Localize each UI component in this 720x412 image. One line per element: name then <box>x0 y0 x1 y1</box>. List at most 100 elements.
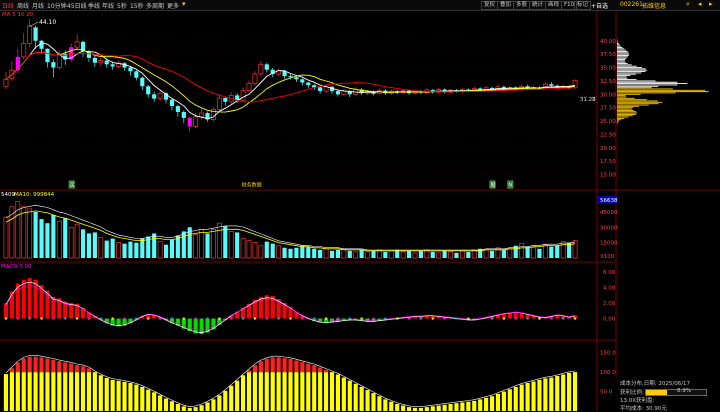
volume-bar <box>537 248 542 258</box>
bottom-bar <box>140 386 145 411</box>
marker-label: 买 <box>70 182 75 189</box>
marker-label: 股 <box>491 183 496 189</box>
bottom-bar <box>312 372 317 411</box>
volume-bar <box>122 243 127 258</box>
bottom-bar-top <box>39 357 44 373</box>
macd-dot <box>242 317 245 320</box>
bottom-tick-label: 100.0 <box>600 370 616 376</box>
ma-legend: MA 5 10 20 <box>2 12 34 18</box>
macd-bar <box>211 318 216 330</box>
macd-dot <box>182 317 185 320</box>
volume-bar <box>359 249 364 258</box>
volume-bar <box>466 251 471 258</box>
volume-bar <box>448 251 453 259</box>
bottom-bar <box>217 395 222 411</box>
volume-bar <box>56 220 62 259</box>
macd-dot <box>574 317 577 320</box>
bottom-bar <box>205 402 210 411</box>
volume-bar <box>80 229 86 258</box>
volume-label: 5409 <box>1 192 15 198</box>
volume-bar <box>335 249 340 258</box>
volume-bar <box>347 250 352 258</box>
volume-bar <box>235 232 240 258</box>
candle-body <box>341 90 347 95</box>
bottom-bar <box>495 393 501 411</box>
macd-dot <box>16 317 19 320</box>
candle-body <box>21 43 27 58</box>
candle-body <box>252 73 258 84</box>
bottom-bar <box>223 390 228 411</box>
bottom-bar <box>294 372 299 411</box>
volume-bar <box>110 238 115 258</box>
chip-title: 成本分布,日期: 2025/06/17 <box>620 381 691 387</box>
marker-label: 财务数据 <box>242 182 262 189</box>
volume-bar <box>329 250 335 258</box>
y-tick-label: 17.50 <box>600 159 616 165</box>
profit-ratio-bar <box>645 389 707 396</box>
macd-dot <box>360 317 363 320</box>
candle-body <box>549 84 554 86</box>
bottom-bar <box>561 374 566 411</box>
bottom-bar <box>152 392 157 411</box>
bottom-tick-label: 50.0 <box>600 390 613 396</box>
macd-dot <box>111 317 114 320</box>
candle-body <box>306 82 311 86</box>
macd-dot <box>443 317 446 320</box>
volume-bar <box>68 226 74 259</box>
candle-body <box>74 41 80 48</box>
macd-dot <box>431 317 434 320</box>
volume-bar <box>228 231 234 259</box>
bottom-bar <box>436 405 441 411</box>
bottom-bar-top <box>306 363 311 373</box>
bottom-bar <box>146 389 151 411</box>
macd-dot <box>170 317 173 320</box>
bottom-bar <box>525 383 530 411</box>
candle-body <box>175 106 180 112</box>
macd-dot <box>40 317 43 320</box>
candle-body <box>134 71 139 78</box>
macd-histogram <box>3 278 578 335</box>
volume-bar <box>181 231 186 258</box>
candle-body <box>294 77 299 80</box>
bottom-bar <box>264 372 269 411</box>
bottom-bar <box>98 375 103 411</box>
volume-bar <box>454 252 459 258</box>
profit-ratio-value: 8.9% <box>677 388 691 394</box>
macd-dot <box>562 317 565 320</box>
macd-dot <box>313 317 316 320</box>
volume-bar <box>246 240 252 259</box>
bottom-bar-top <box>312 365 317 373</box>
candle-body <box>335 91 340 95</box>
bottom-bar <box>507 389 512 411</box>
bottom-bar <box>347 380 352 411</box>
bottom-bar <box>466 401 471 411</box>
bottom-bar <box>163 398 169 411</box>
macd-dot <box>194 317 197 320</box>
volume-bar <box>240 238 246 259</box>
volume-bar <box>572 240 578 259</box>
macd-tick-label: 4.00 <box>603 285 616 291</box>
volume-ma5-line <box>5 204 576 251</box>
macd-bar <box>21 279 26 319</box>
bottom-bar <box>169 401 175 411</box>
volume-bar <box>312 248 317 258</box>
bottom-bar <box>519 384 524 411</box>
macd-tick-label: 0.00 <box>603 317 616 323</box>
macd-dot <box>514 317 517 320</box>
macd-bar <box>199 318 204 335</box>
volume-bar <box>519 243 525 259</box>
bottom-bar-top <box>57 361 62 373</box>
volume-bar <box>211 228 216 259</box>
y-tick-label: 30.00 <box>600 92 616 98</box>
macd-dot <box>87 317 90 320</box>
y-tick-label: 35.00 <box>600 66 616 72</box>
volume-ma-line <box>5 210 576 252</box>
macd-dot <box>28 317 31 320</box>
bottom-bar <box>489 396 495 411</box>
volume-bar <box>459 250 465 259</box>
bottom-bar <box>424 407 429 411</box>
bottom-bar-top <box>75 365 80 373</box>
macd-dot <box>384 317 387 320</box>
volume-bar <box>3 216 9 259</box>
volume-bar <box>134 242 139 258</box>
